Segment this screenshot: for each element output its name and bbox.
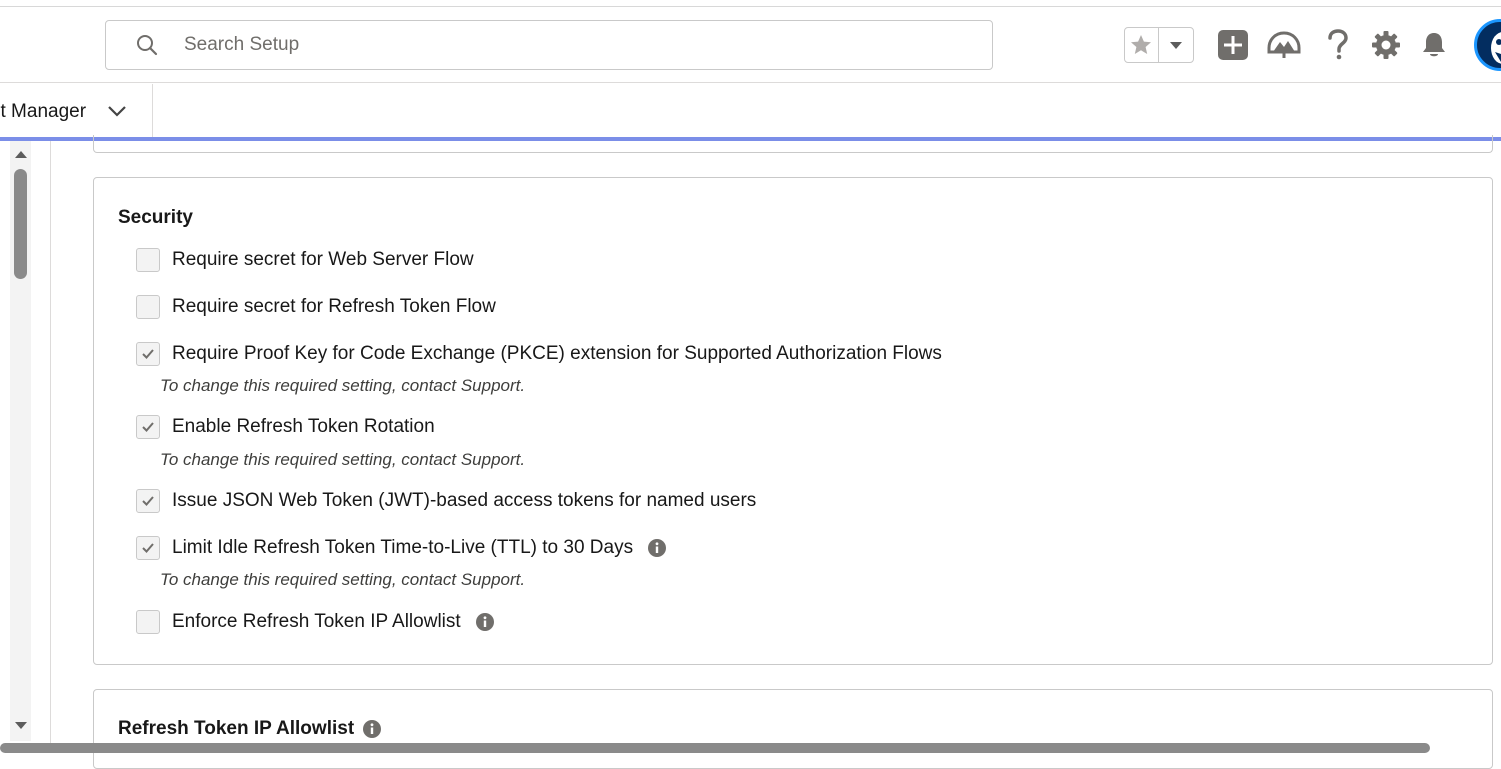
add-icon — [1218, 30, 1248, 60]
checkbox-checked[interactable] — [136, 536, 160, 560]
option-jwt-access-tokens: Issue JSON Web Token (JWT)-based access … — [136, 489, 756, 513]
required-setting-note: To change this required setting, contact… — [160, 376, 526, 395]
refresh-token-ip-allowlist-section: Refresh Token IP Allowlist — [93, 689, 1493, 769]
app-tab[interactable]: ct Manager — [0, 84, 153, 139]
option-refresh-token-rotation: Enable Refresh Token Rotation — [136, 415, 435, 439]
search-input[interactable] — [184, 30, 964, 60]
vertical-scrollbar[interactable] — [10, 141, 31, 741]
horizontal-scrollbar[interactable] — [0, 743, 1430, 753]
notifications-button[interactable] — [1417, 28, 1451, 62]
check-icon — [142, 496, 154, 506]
check-icon — [142, 422, 154, 432]
required-setting-note: To change this required setting, contact… — [160, 450, 526, 469]
setup-button[interactable] — [1369, 28, 1403, 62]
scroll-up-arrow-icon[interactable] — [14, 149, 28, 159]
gear-icon — [1372, 31, 1400, 59]
window-top-edge — [0, 0, 1501, 7]
bell-icon — [1423, 33, 1445, 57]
scrollbar-thumb[interactable] — [14, 169, 27, 279]
security-section: Security Require secret for Web Server F… — [93, 177, 1493, 665]
option-idle-refresh-ttl: Limit Idle Refresh Token Time-to-Live (T… — [136, 536, 667, 560]
chevron-down-icon — [1169, 42, 1182, 49]
check-icon — [142, 543, 154, 553]
section-title: Refresh Token IP Allowlist — [118, 718, 382, 740]
sidebar-divider — [50, 141, 51, 753]
search-box[interactable] — [105, 20, 993, 70]
app-navigation-bar: ct Manager — [0, 84, 1501, 139]
section-title: Security — [118, 207, 193, 228]
info-icon[interactable] — [362, 719, 382, 739]
checkbox-checked[interactable] — [136, 342, 160, 366]
chevron-down-icon[interactable] — [107, 104, 127, 118]
option-refresh-token-secret: Require secret for Refresh Token Flow — [136, 295, 496, 319]
user-avatar-icon — [1491, 32, 1501, 64]
scroll-down-arrow-icon[interactable] — [14, 721, 28, 731]
info-icon[interactable] — [475, 612, 495, 632]
checkbox-checked[interactable] — [136, 489, 160, 513]
star-icon — [1131, 35, 1152, 54]
app-tab-label: ct Manager — [0, 100, 87, 122]
help-icon — [1328, 29, 1348, 60]
global-header — [0, 7, 1501, 83]
option-pkce: Require Proof Key for Code Exchange (PKC… — [136, 342, 942, 366]
trailhead-icon — [1267, 31, 1301, 58]
trailhead-button[interactable] — [1267, 28, 1301, 62]
checkbox-checked[interactable] — [136, 415, 160, 439]
checkbox[interactable] — [136, 295, 160, 319]
favorites-group — [1124, 27, 1194, 63]
favorite-star-button[interactable] — [1125, 28, 1159, 62]
check-icon — [142, 349, 154, 359]
info-icon[interactable] — [647, 538, 667, 558]
global-actions-button[interactable] — [1216, 28, 1250, 62]
checkbox[interactable] — [136, 610, 160, 634]
required-setting-note: To change this required setting, contact… — [160, 570, 526, 589]
avatar[interactable] — [1474, 19, 1501, 71]
favorites-dropdown-button[interactable] — [1159, 28, 1193, 62]
help-button[interactable] — [1321, 28, 1355, 62]
option-web-server-secret: Require secret for Web Server Flow — [136, 248, 474, 272]
search-icon — [137, 35, 158, 56]
option-enforce-ip-allowlist: Enforce Refresh Token IP Allowlist — [136, 610, 495, 634]
checkbox[interactable] — [136, 248, 160, 272]
previous-section-card — [93, 135, 1493, 153]
